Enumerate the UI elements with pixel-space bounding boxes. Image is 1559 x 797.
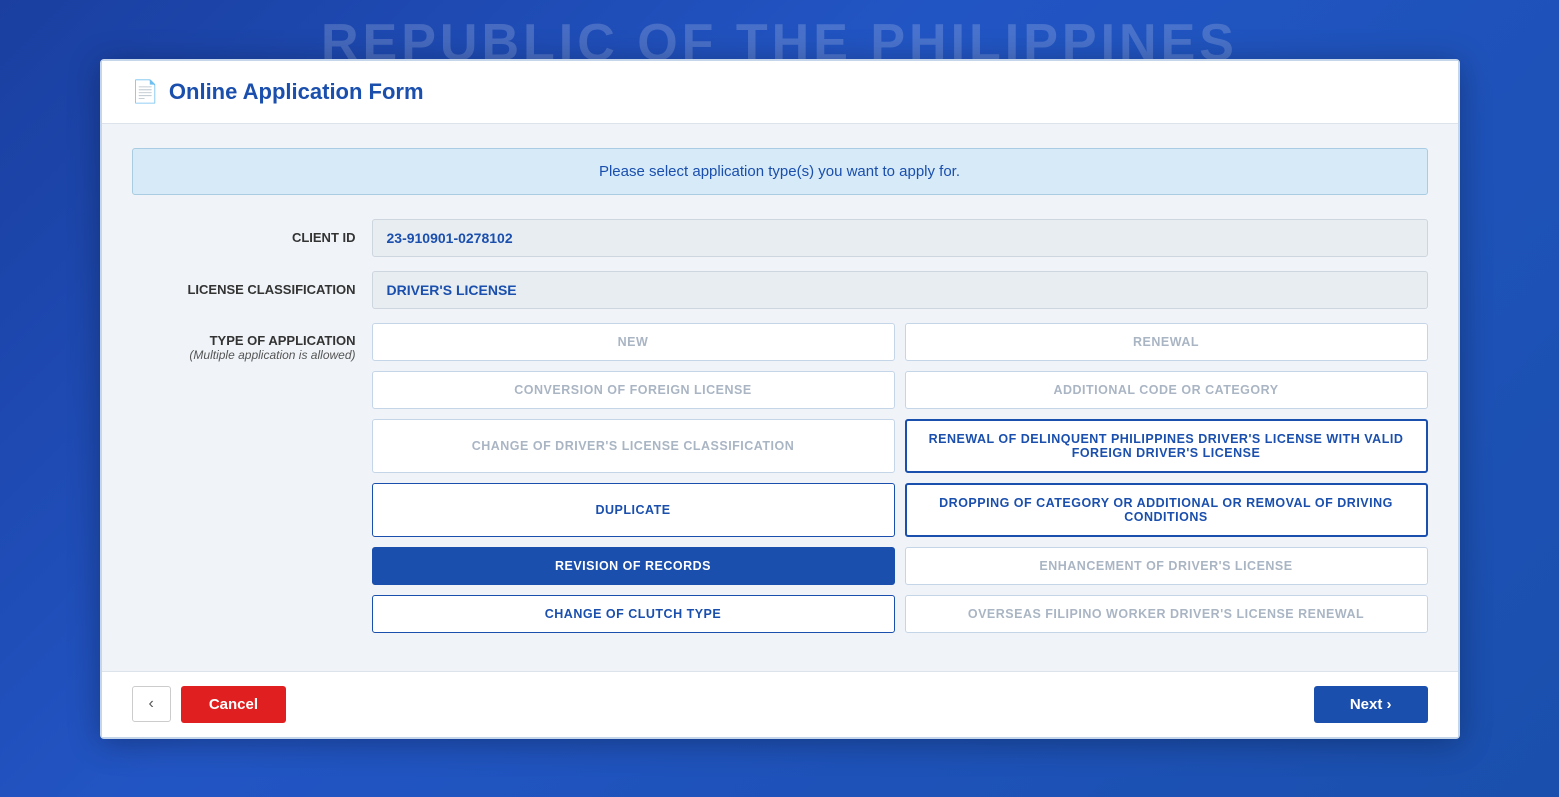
- client-id-row: CLIENT ID 23-910901-0278102: [132, 219, 1428, 257]
- document-icon: 📄: [132, 79, 159, 105]
- app-type-btn-conversion[interactable]: CONVERSION OF FOREIGN LICENSE: [372, 371, 895, 409]
- modal-container: 📄 Online Application Form Please select …: [100, 59, 1460, 739]
- app-type-btn-clutch[interactable]: CHANGE OF CLUTCH TYPE: [372, 595, 895, 633]
- app-type-btn-renewal[interactable]: RENEWAL: [905, 323, 1428, 361]
- app-type-btn-renewal_delinquent[interactable]: RENEWAL OF DELINQUENT PHILIPPINES DRIVER…: [905, 419, 1428, 473]
- app-type-label: TYPE OF APPLICATION (Multiple applicatio…: [132, 323, 372, 362]
- app-type-btn-additional[interactable]: ADDITIONAL CODE OR CATEGORY: [905, 371, 1428, 409]
- next-button[interactable]: Next ›: [1314, 686, 1428, 723]
- app-type-btn-dropping[interactable]: DROPPING OF CATEGORY OR ADDITIONAL OR RE…: [905, 483, 1428, 537]
- footer-left: ‹ Cancel: [132, 686, 287, 723]
- back-button[interactable]: ‹: [132, 686, 171, 722]
- client-id-label: CLIENT ID: [132, 230, 372, 245]
- license-value: DRIVER'S LICENSE: [372, 271, 1428, 309]
- license-classification-row: LICENSE CLASSIFICATION DRIVER'S LICENSE: [132, 271, 1428, 309]
- modal-footer: ‹ Cancel Next ›: [102, 671, 1458, 737]
- app-type-btn-new[interactable]: NEW: [372, 323, 895, 361]
- app-type-row: TYPE OF APPLICATION (Multiple applicatio…: [132, 323, 1428, 633]
- app-type-btn-change_class[interactable]: CHANGE OF DRIVER'S LICENSE CLASSIFICATIO…: [372, 419, 895, 473]
- modal-body: Please select application type(s) you wa…: [102, 124, 1458, 671]
- info-banner: Please select application type(s) you wa…: [132, 148, 1428, 195]
- modal-title: Online Application Form: [169, 79, 424, 105]
- app-type-btn-enhancement[interactable]: ENHANCEMENT OF DRIVER'S LICENSE: [905, 547, 1428, 585]
- cancel-button[interactable]: Cancel: [181, 686, 286, 723]
- app-type-btn-revision[interactable]: REVISION OF RECORDS: [372, 547, 895, 585]
- modal-header: 📄 Online Application Form: [102, 61, 1458, 124]
- client-id-value: 23-910901-0278102: [372, 219, 1428, 257]
- app-type-grid: NEW RENEWAL CONVERSION OF FOREIGN LICENSE A…: [372, 323, 1428, 633]
- app-type-btn-duplicate[interactable]: DUPLICATE: [372, 483, 895, 537]
- app-type-btn-ofw[interactable]: OVERSEAS FILIPINO WORKER DRIVER'S LICENS…: [905, 595, 1428, 633]
- license-label: LICENSE CLASSIFICATION: [132, 282, 372, 297]
